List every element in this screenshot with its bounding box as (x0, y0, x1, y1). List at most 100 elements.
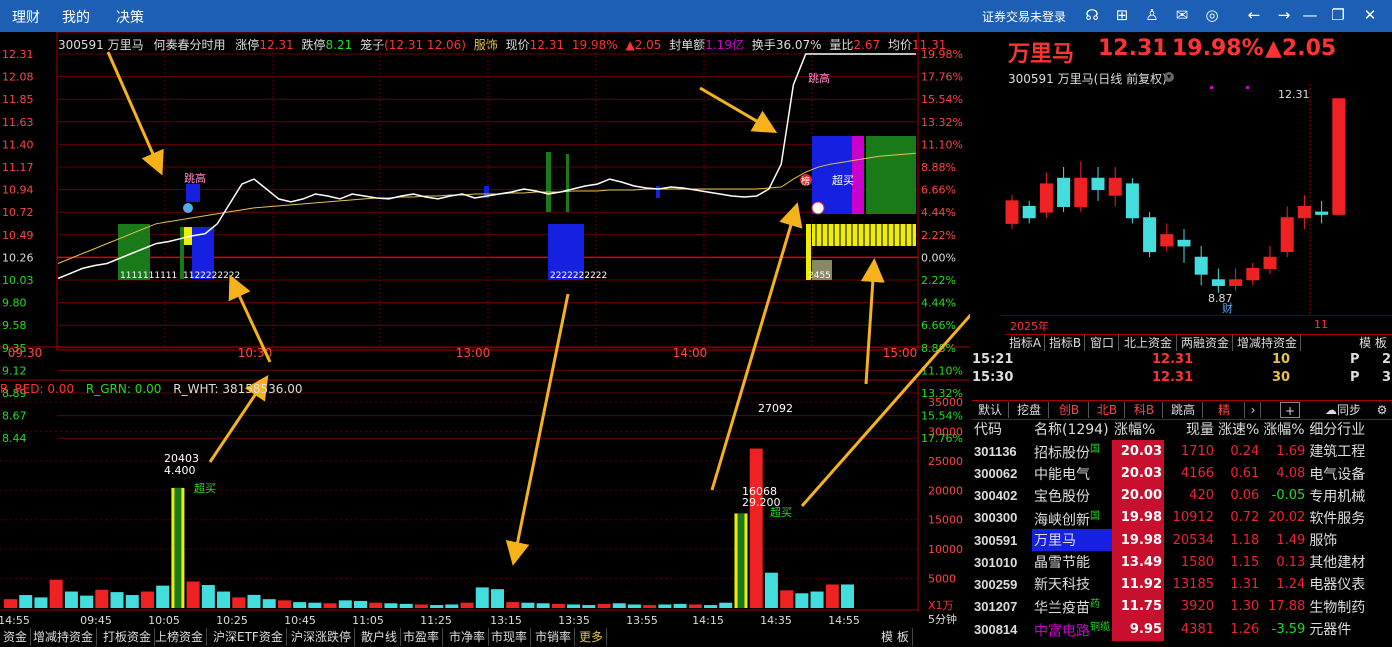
tab-margin[interactable]: 两融资金 (1178, 335, 1233, 351)
tab-indicator-a[interactable]: 指标A (1006, 335, 1045, 351)
table-row[interactable]: 301207 华兰疫苗药 11.75 3920 1.30 17.88 生物制药 (972, 595, 1381, 618)
close-icon[interactable]: ✕ (1361, 6, 1379, 24)
minimize-icon[interactable]: — (1301, 6, 1319, 24)
volume-cell-text: 10912 (1172, 510, 1214, 526)
table-row[interactable]: 300062 中能电气 20.03 4166 0.61 4.08 电气设备 (972, 462, 1381, 485)
bottom-tab[interactable]: 沪深涨跌停 (288, 628, 356, 646)
bottom-tab[interactable]: 模 板 (878, 628, 913, 646)
tab-template[interactable]: 模 板 (1356, 335, 1390, 351)
bottom-tab[interactable]: 市净率 (446, 628, 490, 646)
trade-count: 2 (1382, 352, 1392, 367)
mail-icon[interactable]: ✉ (1173, 6, 1191, 24)
volume-bar (490, 589, 504, 608)
kline-month: 11 (1314, 318, 1328, 331)
tab-gap-up[interactable]: 跳高 (1164, 402, 1203, 418)
volume-tick: 5000 (928, 573, 956, 586)
sync-button[interactable]: ☁同步 (1320, 402, 1366, 418)
bottom-tab[interactable]: 打板资金 (100, 628, 156, 646)
table-row[interactable]: 300402 宝色股份 20.00 420 0.06 -0.05 专用机械 (972, 484, 1381, 507)
volume-label-tag: 超买 (770, 505, 792, 519)
daily-kline-chart[interactable] (1000, 84, 1392, 316)
annotation-arrow (699, 86, 778, 134)
table-row[interactable]: 300591 万里马 19.98 20534 1.18 1.49 服饰 (972, 529, 1381, 552)
col-industry[interactable]: 细分行业 (1307, 418, 1381, 440)
table-row[interactable]: 300814 中富电路铜缆 9.95 4381 1.26 -3.59 元器件 (972, 617, 1381, 641)
table-row[interactable]: 300300 海峡创新国 19.98 10912 0.72 20.02 软件服务 (972, 506, 1381, 530)
industry-cell: 服饰 (1307, 529, 1381, 551)
volume-bar (749, 448, 763, 608)
volume-bar (688, 604, 702, 608)
pct-tick: 11.10% (921, 364, 963, 377)
back-icon[interactable]: ← (1245, 6, 1263, 24)
name-cell-text: 晶雪节能 (1034, 555, 1090, 572)
restore-icon[interactable]: ❐ (1329, 6, 1347, 24)
volume-bar (719, 602, 733, 608)
settings-icon[interactable]: ◎ (1203, 6, 1221, 24)
pct-tick: 15.54% (921, 410, 963, 423)
kline-candle (1177, 239, 1191, 247)
speed-cell-text: 1.30 (1230, 599, 1260, 615)
volume-bar (201, 585, 215, 608)
col-name[interactable]: 名称(1294) (1032, 418, 1112, 440)
pct-cell: 11.75 (1112, 595, 1164, 618)
volume-bar (323, 603, 337, 608)
volume-bar (247, 594, 261, 608)
support-icon[interactable]: ☊ (1083, 6, 1101, 24)
menu-wode[interactable]: 我的 (62, 7, 90, 27)
tab-indicator-b[interactable]: 指标B (1046, 335, 1085, 351)
tab-holdings-change[interactable]: 增减持资金 (1234, 335, 1301, 351)
table-row[interactable]: 301010 晶雪节能 13.49 1580 1.15 0.13 其他建材 (972, 551, 1381, 574)
menu-licai[interactable]: 理财 (12, 7, 40, 27)
menu-juece[interactable]: 决策 (116, 7, 144, 27)
tab-jing[interactable]: 精 (1204, 402, 1245, 418)
period-label[interactable]: 5分钟 (928, 611, 957, 627)
volume-bar (704, 605, 718, 608)
col-speed[interactable]: 涨速% (1216, 418, 1261, 440)
bottom-tab[interactable]: 市现率 (488, 628, 532, 646)
change-cell: -0.05 (1261, 485, 1307, 507)
industry-cell-text: 软件服务 (1309, 510, 1366, 527)
kline-low-tag: 财 (1222, 302, 1233, 315)
name-cell-text: 中富电路 (1034, 623, 1090, 640)
tab-window[interactable]: 窗口 (1086, 335, 1119, 351)
bottom-tab[interactable]: 散户线 (358, 628, 402, 646)
volume-bar (658, 604, 672, 608)
tab-default[interactable]: 默认 (972, 402, 1009, 418)
bottom-tab[interactable]: 增减持资金 (30, 628, 98, 646)
bottom-tab[interactable]: 更多 (576, 628, 608, 646)
chevron-right-icon[interactable]: › (1246, 402, 1261, 418)
intraday-chart[interactable]: 12.31 12.08 11.85 11.63 11.40 11.17 10.94 10.72… (0, 32, 970, 628)
table-row[interactable]: 300259 新天科技 11.92 13185 1.31 1.24 电器仪表 (972, 573, 1381, 596)
volume-time-tick: 10:25 (216, 614, 248, 627)
volume-bar (110, 592, 124, 608)
col-vol[interactable]: 现量 (1164, 418, 1216, 440)
tab-northbound[interactable]: 北上资金 (1120, 335, 1177, 351)
col-code[interactable]: 代码 (972, 418, 1032, 440)
bottom-tab[interactable]: 资金 (0, 628, 32, 646)
tab-chuang-b[interactable]: 创B (1050, 402, 1089, 418)
bottom-tab[interactable]: 市盈率 (400, 628, 444, 646)
industry-cell-text: 专用机械 (1309, 488, 1366, 505)
login-status[interactable]: 证券交易未登录 (982, 8, 1066, 25)
pct-cell: 13.49 (1112, 551, 1164, 574)
table-row[interactable]: 301136 招标股份国 20.03 1710 0.24 1.69 建筑工程 (972, 440, 1381, 463)
bottom-tab[interactable]: 上榜资金 (152, 628, 208, 646)
tab-bei-b[interactable]: 北B (1090, 402, 1125, 418)
volume-cell: 1580 (1164, 551, 1216, 573)
bottom-tab[interactable]: 沪深ETF资金 (210, 628, 287, 646)
pct-cell-text: 19.98 (1120, 532, 1162, 548)
change-cell-text: 1.69 (1276, 443, 1306, 459)
volume-bar (825, 584, 839, 608)
add-icon[interactable]: + (1280, 402, 1300, 418)
bottom-tab[interactable]: 市销率 (532, 628, 576, 646)
col-pct[interactable]: 涨幅% (1112, 418, 1164, 440)
trade-volume: 30 (1272, 370, 1291, 385)
sync-icon[interactable]: ⊞ (1113, 6, 1131, 24)
forward-icon[interactable]: → (1275, 6, 1293, 24)
chevron-down-icon[interactable]: ▾ (1164, 72, 1174, 82)
gear-icon[interactable]: ⚙ (1374, 402, 1390, 418)
tab-dig[interactable]: 挖盘 (1010, 402, 1049, 418)
col-chg[interactable]: 涨幅% (1261, 418, 1307, 440)
tab-ke-b[interactable]: 科B (1126, 402, 1163, 418)
shirt-icon[interactable]: ♙ (1143, 6, 1161, 24)
